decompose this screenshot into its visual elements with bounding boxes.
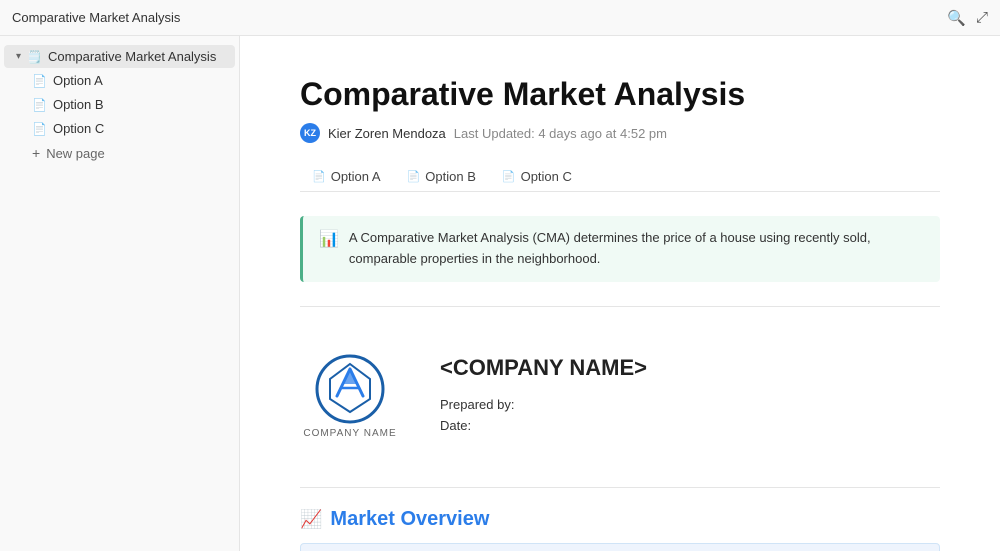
page-icon-b: 📄 (32, 98, 47, 112)
page-title: Comparative Market Analysis (300, 76, 940, 113)
date-field: Date: (440, 418, 647, 433)
company-card: COMPANY NAME <COMPANY NAME> Prepared by:… (300, 327, 940, 467)
topbar-title: Comparative Market Analysis (12, 10, 180, 25)
tab-label-c: Option C (521, 169, 572, 184)
sidebar-root-item[interactable]: ▾ 🗒️ Comparative Market Analysis (4, 45, 235, 68)
sidebar-item-option-b[interactable]: 📄 Option B (4, 93, 235, 116)
author-name: Kier Zoren Mendoza (328, 126, 446, 141)
prepared-by-field: Prepared by: (440, 397, 647, 412)
sidebar-item-label-a: Option A (53, 73, 103, 88)
section-title: Market Overview (330, 508, 489, 531)
tab-label-a: Option A (331, 169, 381, 184)
meta-section: KZ Kier Zoren Mendoza Last Updated: 4 da… (300, 123, 940, 143)
company-logo: COMPANY NAME (300, 347, 400, 447)
tab-icon-b: 📄 (407, 170, 421, 183)
plus-icon: + (32, 145, 40, 161)
section-icon: 📈 (300, 509, 322, 530)
divider-2 (300, 487, 940, 488)
company-logo-label: COMPANY NAME (303, 428, 396, 439)
company-info: <COMPANY NAME> Prepared by: Date: (440, 355, 647, 439)
tab-bar: 📄 Option A 📄 Option B 📄 Option C (300, 163, 940, 192)
page-icon-c: 📄 (32, 122, 47, 136)
date-label: Date: (440, 418, 471, 433)
arrow-icon: ▾ (16, 51, 21, 62)
sidebar-item-option-a[interactable]: 📄 Option A (4, 69, 235, 92)
sidebar-item-option-c[interactable]: 📄 Option C (4, 117, 235, 140)
sidebar-root-label: Comparative Market Analysis (48, 49, 216, 64)
prepared-by-label: Prepared by: (440, 397, 514, 412)
sidebar-item-label-b: Option B (53, 97, 104, 112)
tab-icon-c: 📄 (502, 170, 516, 183)
topbar-actions: 🔍 ⤢ (947, 9, 988, 27)
expand-icon[interactable]: ⤢ (976, 9, 988, 26)
info-box-icon: 📊 (319, 229, 339, 249)
page-icon: 🗒️ (27, 50, 42, 64)
tab-icon-a: 📄 (312, 170, 326, 183)
last-updated: Last Updated: 4 days ago at 4:52 pm (454, 126, 667, 141)
info-box-text: A Comparative Market Analysis (CMA) dete… (349, 228, 924, 270)
sidebar-item-label-c: Option C (53, 121, 104, 136)
page-icon-a: 📄 (32, 74, 47, 88)
divider-1 (300, 306, 940, 307)
tab-label-b: Option B (425, 169, 476, 184)
info-box: 📊 A Comparative Market Analysis (CMA) de… (300, 216, 940, 282)
company-name: <COMPANY NAME> (440, 355, 647, 381)
new-page-button[interactable]: + New page (4, 141, 235, 165)
main-content: Comparative Market Analysis KZ Kier Zore… (240, 36, 1000, 551)
new-page-label: New page (46, 146, 105, 161)
layout: ▾ 🗒️ Comparative Market Analysis 📄 Optio… (0, 36, 1000, 551)
search-icon[interactable]: 🔍 (947, 9, 966, 27)
tab-option-a[interactable]: 📄 Option A (300, 163, 393, 192)
market-overview-header: 📈 Market Overview (300, 508, 940, 531)
avatar: KZ (300, 123, 320, 143)
topbar: Comparative Market Analysis 🔍 ⤢ (0, 0, 1000, 36)
sidebar: ▾ 🗒️ Comparative Market Analysis 📄 Optio… (0, 36, 240, 551)
tab-option-b[interactable]: 📄 Option B (395, 163, 488, 192)
tab-option-c[interactable]: 📄 Option C (490, 163, 584, 192)
hint-box: 💡 Define in this section the market situ… (300, 543, 940, 551)
